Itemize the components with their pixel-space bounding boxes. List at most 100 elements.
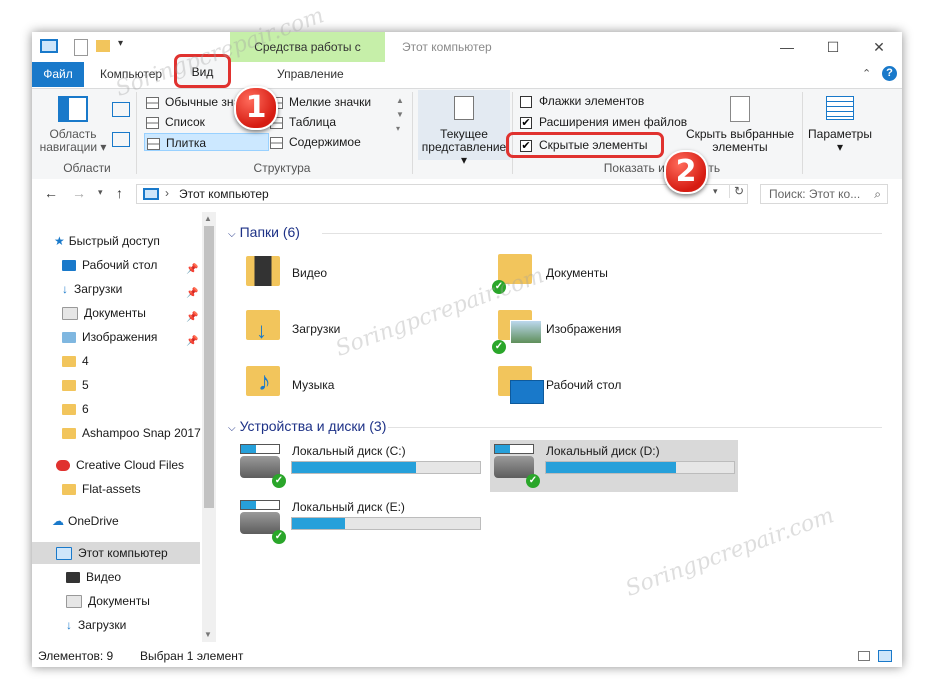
nav-downloads[interactable]: ↓ Загрузки — [62, 278, 122, 300]
nav-label: Рабочий стол — [82, 258, 158, 272]
maximize-button[interactable]: ☐ — [810, 32, 856, 62]
item-checkboxes-toggle[interactable]: Флажки элементов — [520, 92, 644, 110]
navigation-pane-label-2: навигации ▾ — [39, 140, 107, 154]
tab-manage[interactable]: Управление — [277, 62, 344, 87]
new-folder-icon[interactable] — [96, 40, 110, 52]
up-icon[interactable]: ↑ — [116, 185, 123, 201]
sync-check-icon: ✓ — [526, 474, 540, 488]
scroll-up-icon[interactable]: ▲ — [204, 214, 212, 223]
properties-icon[interactable] — [74, 39, 88, 56]
nav-folder-4[interactable]: 4 — [62, 350, 89, 372]
breadcrumb-this-pc[interactable]: Этот компьютер — [179, 187, 269, 201]
layout-label: Таблица — [289, 115, 337, 129]
folder-tile-desktop[interactable] — [498, 366, 544, 404]
details-pane-icon[interactable] — [112, 132, 130, 147]
drive-label-strip — [240, 500, 280, 510]
folder-tile-pictures[interactable]: ✓ — [492, 310, 542, 354]
breadcrumb-chevron-icon[interactable]: › — [165, 186, 169, 200]
preview-pane-icon[interactable] — [112, 102, 130, 117]
options-button[interactable]: Параметры ▾ — [804, 128, 876, 154]
folders-header[interactable]: ⌵ Папки (6) — [228, 224, 300, 240]
nav-scrollbar-thumb[interactable] — [204, 226, 214, 508]
layout-small-icons[interactable]: Мелкие значки — [270, 93, 371, 111]
folder-tile-downloads[interactable]: ↓ — [246, 310, 280, 343]
nav-this-pc[interactable]: Этот компьютер — [32, 542, 200, 564]
drive-usage-bar — [291, 461, 481, 474]
hide-selected-button[interactable]: Скрыть выбранные элементы — [682, 128, 798, 154]
nav-label: Быстрый доступ — [68, 234, 160, 248]
large-icons-view-icon[interactable] — [878, 650, 892, 662]
nav-quick-access[interactable]: ★ Быстрый доступ — [54, 230, 160, 252]
drive-tile-d[interactable]: ✓ Локальный диск (D:) — [490, 440, 738, 492]
folder-icon — [62, 404, 76, 416]
minimize-button[interactable]: — — [764, 32, 810, 62]
layout-scroll-icon[interactable]: ▲ ▼ ▾ — [396, 94, 404, 136]
help-icon[interactable]: ? — [882, 66, 897, 81]
drive-usage-fill — [292, 462, 417, 473]
search-input[interactable]: Поиск: Этот ко... ⌕ — [760, 184, 888, 204]
nav-desktop[interactable]: Рабочий стол — [62, 254, 157, 276]
pin-icons: 📌 📌 📌 📌 — [186, 264, 199, 347]
drive-tile-c[interactable]: ✓ Локальный диск (C:) — [240, 442, 485, 494]
nav-onedrive[interactable]: ☁ OneDrive — [52, 510, 119, 532]
nav-downloads-2[interactable]: ↓ Загрузки — [66, 614, 126, 636]
layout-label: Мелкие значки — [289, 95, 372, 109]
sync-check-icon: ✓ — [492, 340, 506, 354]
refresh-icon[interactable]: ↻ — [729, 184, 744, 198]
folder-icon — [62, 380, 76, 392]
layout-list[interactable]: Список — [146, 113, 205, 131]
navigation-pane-icon[interactable] — [58, 96, 88, 122]
nav-label: Документы — [88, 594, 150, 608]
close-button[interactable]: ✕ — [856, 32, 902, 62]
tab-file[interactable]: Файл — [32, 62, 84, 87]
nav-creative-cloud[interactable]: Creative Cloud Files — [56, 454, 184, 476]
status-bar: Элементов: 9 Выбран 1 элемент — [32, 645, 902, 667]
quick-access-dropdown-icon[interactable]: ▾ — [118, 38, 123, 49]
document-icon — [66, 595, 82, 609]
nav-label: 4 — [82, 354, 89, 368]
folder-tile-music[interactable]: ♪ — [246, 366, 280, 396]
nav-ashampoo[interactable]: Ashampoo Snap 2017 — [62, 422, 201, 444]
document-icon — [62, 307, 78, 321]
drives-header[interactable]: ⌵ Устройства и диски (3) — [228, 418, 386, 434]
nav-folder-5[interactable]: 5 — [62, 374, 89, 396]
address-dropdown-icon[interactable]: ▾ — [713, 186, 718, 197]
drive-tile-e[interactable]: ✓ Локальный диск (E:) — [240, 498, 485, 550]
monitor-icon — [510, 380, 544, 404]
details-view-icon[interactable] — [858, 651, 870, 661]
scroll-down-icon[interactable]: ▼ — [204, 630, 212, 639]
file-extensions-toggle[interactable]: ✔ Расширения имен файлов — [520, 113, 687, 131]
picture-icon — [62, 332, 76, 344]
folder-tile-label: Музыка — [292, 378, 335, 392]
collapse-ribbon-icon[interactable]: ⌃ — [862, 67, 871, 80]
nav-videos[interactable]: Видео — [66, 566, 121, 588]
layout-content[interactable]: Содержимое — [270, 133, 361, 151]
layout-details[interactable]: Таблица — [270, 113, 336, 131]
folder-tile-label: Изображения — [546, 322, 622, 336]
ribbon-separator — [802, 92, 803, 174]
nav-flat-assets[interactable]: Flat-assets — [62, 478, 141, 500]
ribbon-separator — [412, 92, 413, 174]
layout-label: Плитка — [166, 136, 207, 150]
search-icon: ⌕ — [874, 187, 881, 201]
ribbon-separator — [136, 92, 137, 174]
drive-usage-fill — [292, 518, 345, 529]
navigation-pane-button[interactable]: Область навигации ▾ — [38, 128, 108, 154]
address-field[interactable]: › Этот компьютер ▾ ↻ — [136, 184, 748, 204]
hidden-items-toggle[interactable]: ✔ Скрытые элементы — [520, 136, 648, 154]
nav-documents-2[interactable]: Документы — [66, 590, 150, 612]
drive-label-strip — [240, 444, 280, 454]
folders-header-label: Папки (6) — [239, 224, 300, 240]
back-icon[interactable]: ← — [44, 185, 58, 201]
recent-locations-icon[interactable]: ▾ — [98, 187, 103, 198]
nav-pictures[interactable]: Изображения — [62, 326, 157, 348]
folder-tile-videos[interactable] — [246, 256, 280, 286]
layout-tiles[interactable]: Плитка — [144, 133, 269, 151]
nav-folder-6[interactable]: 6 — [62, 398, 89, 420]
nav-documents[interactable]: Документы — [62, 302, 146, 324]
checkbox-label: Расширения имен файлов — [539, 115, 688, 129]
forward-icon[interactable]: → — [72, 185, 86, 201]
computer-icon — [143, 188, 159, 200]
folder-tile-label: Видео — [292, 266, 328, 280]
sync-check-icon: ✓ — [272, 530, 286, 544]
